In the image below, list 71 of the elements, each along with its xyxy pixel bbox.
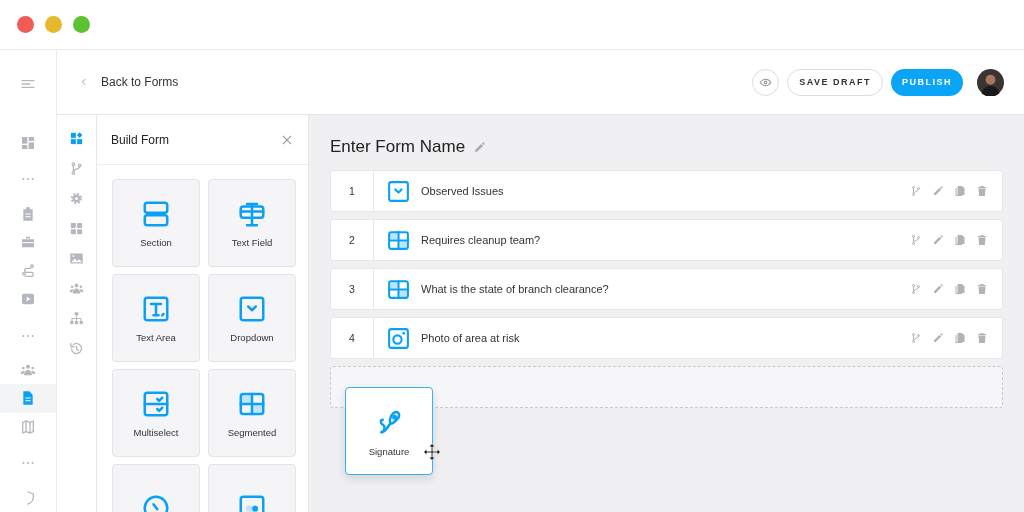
field-label: Observed Issues (421, 185, 505, 197)
branch-icon[interactable] (910, 234, 922, 246)
tile-label: Segmented (227, 426, 277, 438)
people-icon[interactable] (69, 281, 84, 296)
field-number: 2 (331, 220, 374, 260)
branch-icon[interactable] (910, 185, 922, 197)
field-type-tile[interactable]: Section (112, 179, 200, 267)
form-field-row[interactable]: 4 Photo of area at risk (330, 317, 1003, 359)
tile-label: Text Area (136, 331, 176, 343)
history-icon[interactable] (69, 341, 84, 356)
dashboard-icon[interactable] (20, 134, 36, 151)
copy-icon[interactable] (954, 283, 966, 295)
field-type-tile[interactable]: Text Field (208, 179, 296, 267)
field-number: 4 (331, 318, 374, 358)
tile-label: Dropdown (230, 331, 274, 343)
dropdown-icon (386, 178, 411, 204)
route-icon[interactable] (20, 262, 36, 279)
people-icon[interactable] (20, 362, 36, 378)
field-label: What is the state of branch clearance? (421, 283, 610, 295)
branch-icon[interactable] (910, 332, 922, 344)
window-control[interactable] (73, 16, 90, 33)
move-cursor-icon (423, 443, 441, 461)
field-label: Photo of area at risk (421, 332, 521, 344)
form-field-row[interactable]: 2 Requires cleanup team? (330, 219, 1003, 261)
form-field-row[interactable]: 3 What is the state of branch clearance? (330, 268, 1003, 310)
edit-icon[interactable] (473, 140, 487, 154)
delete-icon[interactable] (976, 234, 988, 246)
dragged-tile[interactable]: Signature (345, 387, 433, 475)
window-control[interactable] (17, 16, 34, 33)
field-label: Requires cleanup team? (421, 234, 542, 246)
map-icon[interactable] (20, 418, 36, 435)
back-link[interactable]: Back to Forms (79, 75, 179, 89)
branch-icon[interactable] (69, 161, 84, 176)
edit-icon[interactable] (932, 283, 944, 295)
chevron-left-icon (79, 76, 89, 88)
field-type-tile[interactable]: Segmented (208, 369, 296, 457)
delete-icon[interactable] (976, 185, 988, 197)
delete-icon[interactable] (976, 283, 988, 295)
drop-zone[interactable] (330, 366, 1003, 408)
field-type-tile[interactable]: Dropdown (208, 274, 296, 362)
field-number: 1 (331, 171, 374, 211)
copy-icon[interactable] (954, 185, 966, 197)
tile-label: Multiselect (133, 426, 179, 438)
blocks-icon[interactable] (69, 131, 84, 146)
tile-label: Signature (368, 445, 410, 457)
field-type-tile[interactable]: Multiselect (112, 369, 200, 457)
branch-icon[interactable] (910, 283, 922, 295)
tile-label: Section (140, 236, 172, 248)
settings-icon[interactable] (69, 191, 84, 206)
field-type-tile[interactable]: Text Area (112, 274, 200, 362)
panel-title: Build Form (111, 132, 169, 147)
hierarchy-icon[interactable] (69, 311, 84, 326)
delete-icon[interactable] (976, 332, 988, 344)
form-field-row[interactable]: 1 Observed Issues (330, 170, 1003, 212)
save-draft-button[interactable]: SAVE DRAFT (787, 68, 883, 96)
preview-button[interactable] (752, 68, 780, 96)
image-icon[interactable] (69, 251, 84, 266)
avatar[interactable] (977, 68, 1004, 96)
copy-icon[interactable] (954, 332, 966, 344)
form-name[interactable]: Enter Form Name (330, 137, 466, 157)
edit-icon[interactable] (932, 234, 944, 246)
edit-icon[interactable] (932, 185, 944, 197)
copy-icon[interactable] (954, 234, 966, 246)
edit-icon[interactable] (932, 332, 944, 344)
grid-icon[interactable] (69, 221, 84, 236)
clipboard-icon[interactable] (20, 205, 36, 222)
tile-label: Text Field (231, 236, 273, 248)
window-control[interactable] (45, 16, 62, 33)
camera-icon (386, 325, 411, 351)
field-number: 3 (331, 269, 374, 309)
document-icon[interactable] (20, 390, 36, 407)
